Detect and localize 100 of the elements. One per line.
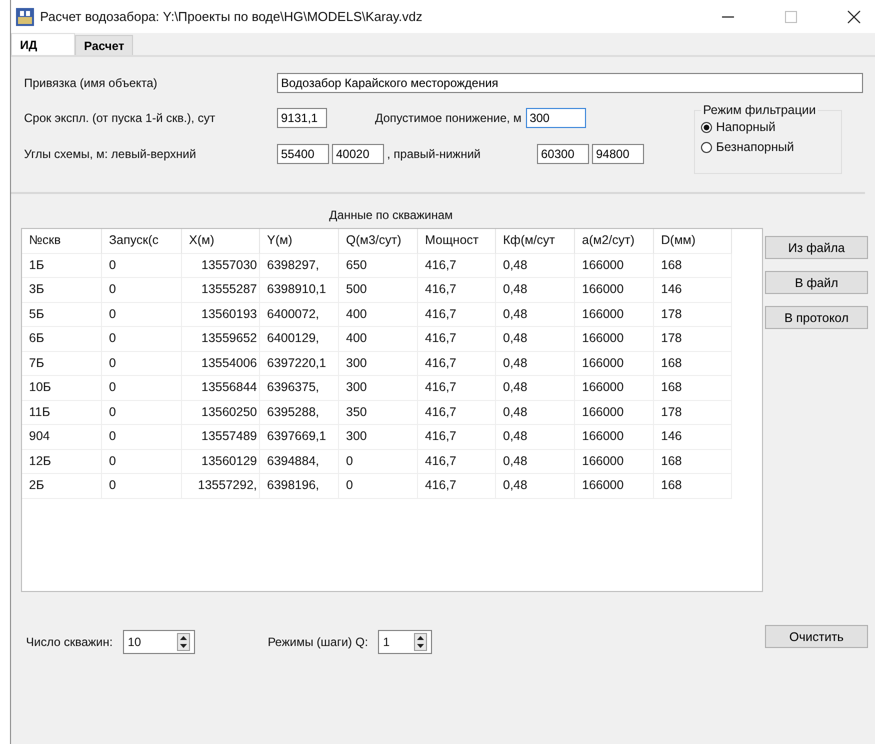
radio-option[interactable]: Напорный bbox=[701, 120, 837, 134]
table-cell: 7Б bbox=[22, 352, 102, 376]
table-cell: 6398196, bbox=[260, 474, 339, 498]
tab[interactable]: Расчет bbox=[75, 35, 134, 55]
table-cell: 13557489 bbox=[182, 425, 260, 450]
column-header[interactable]: Y(м) bbox=[260, 229, 339, 254]
table-cell: 0,48 bbox=[496, 376, 575, 400]
duration-field[interactable]: 9131,1 bbox=[277, 108, 327, 128]
table-cell: 168 bbox=[654, 352, 732, 376]
table-cell: 13557292, bbox=[182, 474, 260, 498]
table-cell: 400 bbox=[339, 327, 418, 352]
table-cell: 13560250 bbox=[182, 400, 260, 425]
table-cell: 178 bbox=[654, 302, 732, 327]
column-header[interactable]: D(мм) bbox=[654, 229, 732, 254]
table-cell: 416,7 bbox=[418, 450, 496, 474]
table-cell: 300 bbox=[339, 352, 418, 376]
coordinate-field[interactable]: 60300 bbox=[537, 144, 589, 164]
table-cell: 166000 bbox=[575, 254, 654, 278]
column-header[interactable]: Запуск(с bbox=[102, 229, 182, 254]
drawdown-field[interactable]: 300 bbox=[526, 108, 586, 128]
table-cell: 904 bbox=[22, 425, 102, 450]
table-cell: 166000 bbox=[575, 400, 654, 425]
field-label: Привязка (имя объекта) bbox=[24, 76, 158, 90]
table-cell: 400 bbox=[339, 302, 418, 327]
table-cell: 6398297, bbox=[260, 254, 339, 278]
field-label: , правый-нижний bbox=[387, 147, 482, 161]
table-cell: 0 bbox=[102, 400, 182, 425]
table-cell: 5Б bbox=[22, 302, 102, 327]
table-cell: 13554006 bbox=[182, 352, 260, 376]
table-cell: 146 bbox=[654, 278, 732, 302]
column-header[interactable]: №скв bbox=[22, 229, 102, 254]
q-steps-spinner[interactable]: 1 bbox=[378, 630, 432, 654]
table-cell: 300 bbox=[339, 376, 418, 400]
table-cell: 6400072, bbox=[260, 302, 339, 327]
object-name-field[interactable]: Водозабор Карайского месторождения bbox=[277, 73, 863, 93]
coordinate-field[interactable]: 55400 bbox=[277, 144, 329, 164]
table-cell: 1Б bbox=[22, 254, 102, 278]
table-cell: 416,7 bbox=[418, 400, 496, 425]
column-header[interactable]: Кф(м/сут bbox=[496, 229, 575, 254]
table-cell: 13560129 bbox=[182, 450, 260, 474]
table-cell: 0 bbox=[102, 278, 182, 302]
table-cell: 178 bbox=[654, 400, 732, 425]
table-cell: 168 bbox=[654, 254, 732, 278]
table-cell: 168 bbox=[654, 450, 732, 474]
close-icon[interactable] bbox=[847, 10, 861, 24]
coordinate-field[interactable]: 40020 bbox=[332, 144, 384, 164]
table-cell: 166000 bbox=[575, 376, 654, 400]
table-cell: 500 bbox=[339, 278, 418, 302]
table-cell: 11Б bbox=[22, 400, 102, 425]
table-cell: 0,48 bbox=[496, 278, 575, 302]
table-cell: 416,7 bbox=[418, 425, 496, 450]
column-header[interactable]: X(м) bbox=[182, 229, 260, 254]
table-cell: 416,7 bbox=[418, 278, 496, 302]
table-cell: 3Б bbox=[22, 278, 102, 302]
tab[interactable]: ИД bbox=[11, 33, 75, 55]
table-cell: 13557030 bbox=[182, 254, 260, 278]
table-cell: 6395288, bbox=[260, 400, 339, 425]
table-cell: 0 bbox=[102, 327, 182, 352]
field-label: Углы схемы, м: левый-верхний bbox=[24, 147, 198, 161]
table-cell: 146 bbox=[654, 425, 732, 450]
table-cell: 2Б bbox=[22, 474, 102, 498]
table-cell: 0,48 bbox=[496, 302, 575, 327]
table-title: Данные по скважинам bbox=[328, 208, 454, 222]
clear-button[interactable]: Очистить bbox=[765, 625, 868, 648]
table-cell: 0 bbox=[339, 450, 418, 474]
spinner-arrows-icon[interactable] bbox=[414, 633, 428, 651]
table-cell: 416,7 bbox=[418, 474, 496, 498]
table-cell: 300 bbox=[339, 425, 418, 450]
table-cell: 6397669,1 bbox=[260, 425, 339, 450]
table-cell: 0 bbox=[102, 352, 182, 376]
table-cell: 166000 bbox=[575, 278, 654, 302]
well-count-spinner[interactable]: 10 bbox=[122, 630, 195, 654]
radio-option[interactable]: Безнапорный bbox=[701, 140, 837, 154]
window-title: Расчет водозабора: Y:\Проекты по воде\HG\MODELS\Karay.vdz bbox=[40, 9, 422, 24]
table-cell: 0,48 bbox=[496, 450, 575, 474]
table-cell: 13559652 bbox=[182, 327, 260, 352]
field-label: Режимы (шаги) Q: bbox=[268, 635, 368, 649]
table-cell: 168 bbox=[654, 474, 732, 498]
coordinate-field[interactable]: 94800 bbox=[592, 144, 644, 164]
table-cell: 0,48 bbox=[496, 400, 575, 425]
column-header[interactable]: Q(м3/сут) bbox=[339, 229, 418, 254]
column-header[interactable]: Мощност bbox=[418, 229, 496, 254]
group-title: Режим фильтрации bbox=[701, 103, 818, 117]
spinner-arrows-icon[interactable] bbox=[176, 633, 190, 651]
table-cell: 13556844 bbox=[182, 376, 260, 400]
table-cell: 6400129, bbox=[260, 327, 339, 352]
column-header[interactable]: а(м2/сут) bbox=[575, 229, 654, 254]
table-cell: 6394884, bbox=[260, 450, 339, 474]
table-cell: 168 bbox=[654, 376, 732, 400]
side-button[interactable]: В файл bbox=[765, 271, 868, 294]
table-cell: 0 bbox=[102, 474, 182, 498]
table-cell: 416,7 bbox=[418, 327, 496, 352]
table-cell: 0 bbox=[102, 302, 182, 327]
table-cell: 166000 bbox=[575, 352, 654, 376]
side-button[interactable]: В протокол bbox=[765, 306, 868, 329]
table-cell: 13555287 bbox=[182, 278, 260, 302]
app-icon bbox=[16, 8, 34, 26]
table-cell: 0,48 bbox=[496, 254, 575, 278]
side-button[interactable]: Из файла bbox=[765, 236, 868, 259]
table-cell: 12Б bbox=[22, 450, 102, 474]
